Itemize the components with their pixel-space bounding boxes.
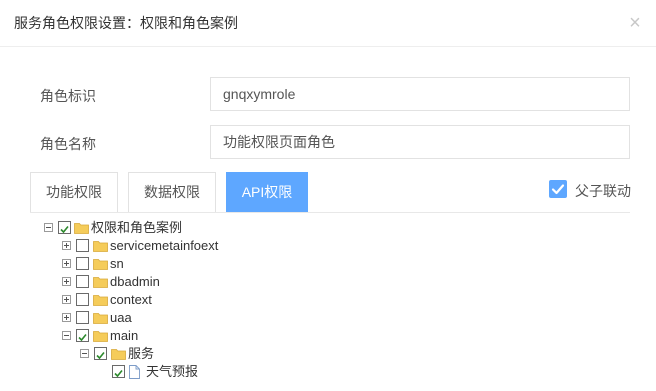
tabs-divider [30,212,630,213]
collapse-toggle[interactable] [44,223,53,232]
folder-icon [111,349,126,360]
node-checkbox[interactable] [112,365,125,378]
node-checkbox[interactable] [76,275,89,288]
role-name-input[interactable] [210,125,630,159]
folder-icon [93,241,108,252]
collapse-toggle[interactable] [80,349,89,358]
node-checkbox[interactable] [76,239,89,252]
tree-node: uaa [62,309,362,327]
checkmark-icon [114,369,123,378]
node-label[interactable]: dbadmin [110,273,160,291]
dialog-title: 服务角色权限设置：权限和角色案例 [14,15,238,31]
expand-toggle[interactable] [62,277,71,286]
node-checkbox[interactable] [94,347,107,360]
node-checkbox[interactable] [76,257,89,270]
checkmark-icon [96,351,105,360]
linkage-checkbox[interactable] [549,180,567,198]
checkmark-icon [78,333,87,342]
folder-icon [93,277,108,288]
tree-node-root: 权限和角色案例 [44,219,344,237]
node-label[interactable]: 服务 [128,345,154,363]
tree-leaf: 天气预报 [98,363,398,381]
tab-api-permission[interactable]: API权限 [226,172,308,213]
folder-icon [93,313,108,324]
node-label[interactable]: servicemetainfoext [110,237,218,255]
tree-node: context [62,291,362,309]
tab-function-permission[interactable]: 功能权限 [30,172,118,213]
expand-toggle[interactable] [62,259,71,268]
collapse-toggle[interactable] [62,331,71,340]
tab-data-permission[interactable]: 数据权限 [128,172,216,213]
tree-node: servicemetainfoext [62,237,362,255]
checkmark-icon [60,225,69,234]
node-checkbox[interactable] [76,329,89,342]
folder-icon [74,223,89,234]
node-label[interactable]: main [110,327,138,345]
node-label[interactable]: uaa [110,309,132,327]
tree-node: dbadmin [62,273,362,291]
folder-icon [93,331,108,342]
dialog-header: 服务角色权限设置：权限和角色案例 × [0,0,656,47]
tree-node: 服务 [80,345,380,363]
node-label[interactable]: context [110,291,152,309]
expand-toggle[interactable] [62,241,71,250]
file-icon [129,365,140,379]
folder-icon [93,259,108,270]
permission-tabs: 功能权限 数据权限 API权限 [30,172,630,213]
close-icon[interactable]: × [626,12,644,34]
tree-node: main [62,327,362,345]
folder-icon [93,295,108,306]
checkmark-icon [551,184,565,195]
node-checkbox[interactable] [76,293,89,306]
expand-toggle[interactable] [62,295,71,304]
tree-node: sn [62,255,362,273]
node-label[interactable]: 权限和角色案例 [91,219,182,237]
node-checkbox[interactable] [76,311,89,324]
role-id-input[interactable] [210,77,630,111]
node-checkbox[interactable] [58,221,71,234]
permission-dialog: 服务角色权限设置：权限和角色案例 × 角色标识 角色名称 功能权限 数据权限 A… [0,0,656,391]
node-label[interactable]: 天气预报 [146,363,198,381]
expand-toggle[interactable] [62,313,71,322]
linkage-label: 父子联动 [575,183,631,199]
role-id-label: 角色标识 [40,88,96,104]
node-label[interactable]: sn [110,255,124,273]
role-name-label: 角色名称 [40,136,96,152]
